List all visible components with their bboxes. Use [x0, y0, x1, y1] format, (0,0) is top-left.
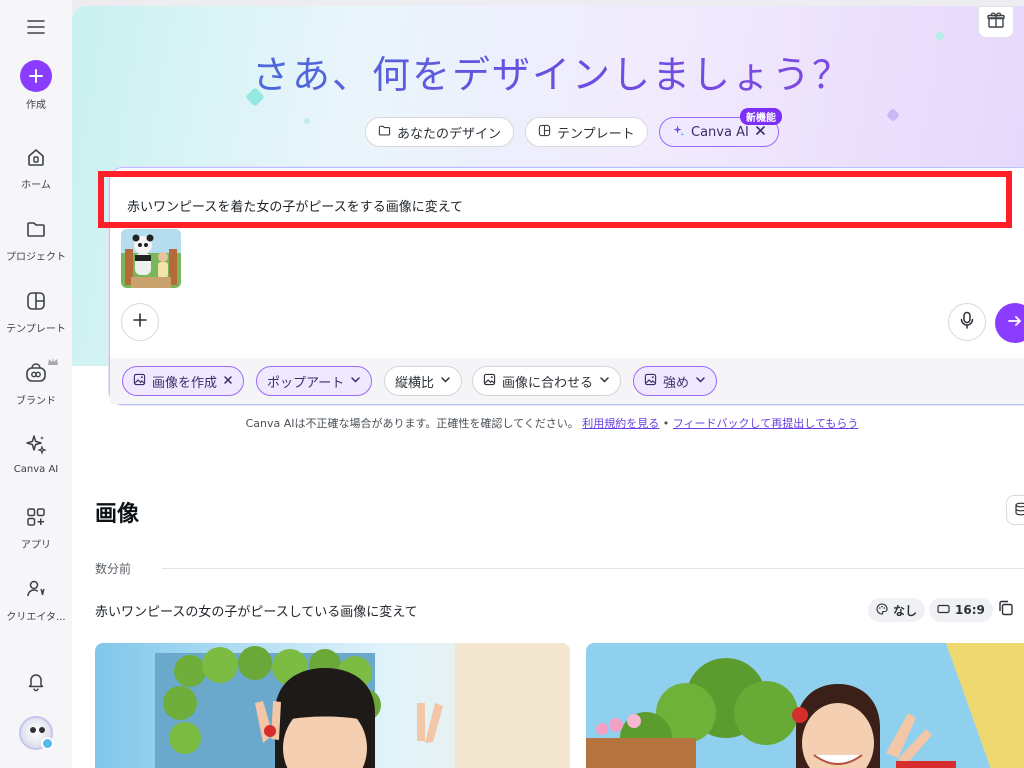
- plus-icon: [132, 312, 148, 332]
- sidebar-item-label: ブランド: [16, 396, 56, 407]
- disclaimer-text: Canva AIは不正確な場合があります。正確性を確認してください。: [245, 417, 579, 430]
- history-button[interactable]: [1006, 495, 1024, 525]
- sidebar-item-label: テンプレート: [6, 324, 66, 335]
- rectangle-icon: [937, 603, 950, 617]
- sparkle-icon: [21, 430, 51, 460]
- sidebar-item-label: アプリ: [21, 540, 51, 551]
- divider: [162, 568, 1024, 569]
- sidebar-item-label: プロジェクト: [6, 252, 66, 263]
- hamburger-icon: [21, 12, 51, 42]
- chip-label: 強め: [663, 375, 690, 391]
- sidebar-item-projects[interactable]: プロジェクト: [0, 214, 72, 263]
- image-icon: [133, 373, 146, 390]
- crown-icon: [47, 352, 59, 371]
- sidebar-item-creators[interactable]: クリエイタ...: [0, 574, 72, 623]
- sidebar-item-home[interactable]: ホーム: [0, 142, 72, 191]
- copy-button[interactable]: [992, 596, 1020, 624]
- plus-icon: [20, 60, 52, 92]
- sidebar: 作成 ホーム プロジェクト テンプレート ブランド Canva AI アプリ ク…: [0, 0, 72, 768]
- chip-label: 縦横比: [395, 375, 435, 391]
- sparkle-decoration: [934, 30, 946, 42]
- gift-icon: [986, 10, 1006, 34]
- tab-templates[interactable]: テンプレート: [525, 117, 648, 147]
- sidebar-item-canva-ai[interactable]: Canva AI: [0, 430, 72, 475]
- design-tabs: あなたのデザイン テンプレート Canva AI 新機能: [72, 108, 1024, 149]
- copy-icon: [997, 599, 1015, 621]
- folder-icon: [378, 124, 391, 141]
- creator-icon: [21, 574, 51, 604]
- database-icon: [1014, 501, 1024, 520]
- template-icon: [538, 124, 551, 141]
- arrow-right-icon: [1007, 313, 1023, 333]
- disclaimer: Canva AIは不正確な場合があります。正確性を確認してください。 利用規約を…: [72, 415, 1024, 431]
- terms-link[interactable]: 利用規約を見る: [582, 417, 659, 430]
- sidebar-item-label: ホーム: [21, 180, 51, 191]
- tab-your-designs[interactable]: あなたのデザイン: [365, 117, 515, 147]
- tab-label: Canva AI: [691, 124, 749, 140]
- chip-label: 画像を作成: [152, 375, 218, 391]
- folder-icon: [21, 214, 51, 244]
- option-strength[interactable]: 強め: [633, 366, 718, 396]
- notifications-button[interactable]: [0, 666, 72, 696]
- chevron-down-icon: [695, 374, 706, 389]
- template-icon: [21, 286, 51, 316]
- apps-icon: [21, 502, 51, 532]
- sidebar-item-brand[interactable]: ブランド: [0, 358, 72, 407]
- menu-button[interactable]: [0, 12, 72, 42]
- sidebar-item-label: 作成: [26, 100, 46, 111]
- tab-label: あなたのデザイン: [397, 126, 502, 142]
- chevron-down-icon: [440, 374, 451, 389]
- time-label: 数分前: [95, 562, 132, 576]
- option-match-image[interactable]: 画像に合わせる: [472, 366, 622, 396]
- home-icon: [21, 142, 51, 172]
- image-icon: [483, 373, 496, 390]
- option-pop-art[interactable]: ポップアート: [256, 366, 373, 396]
- sidebar-item-label: Canva AI: [13, 464, 59, 475]
- separator: •: [662, 417, 670, 430]
- main-panel: さあ、何をデザインしましょう？ あなたのデザイン テンプレート Canva AI…: [72, 6, 1024, 768]
- close-icon[interactable]: [223, 374, 233, 389]
- sidebar-item-templates[interactable]: テンプレート: [0, 286, 72, 335]
- feedback-link[interactable]: フィードバックして再提出してもらう: [673, 417, 859, 430]
- sidebar-item-label: クリエイタ...: [6, 612, 66, 623]
- badge-label: 16:9: [955, 603, 985, 617]
- new-badge: 新機能: [740, 108, 782, 125]
- add-button[interactable]: [121, 303, 159, 341]
- reference-image-thumbnail[interactable]: [121, 229, 181, 288]
- option-aspect-ratio[interactable]: 縦横比: [384, 366, 463, 396]
- bell-icon: [21, 666, 51, 696]
- prompt-input[interactable]: 赤いワンピースを着た女の子がピースをする画像に変えて: [127, 196, 463, 215]
- chip-label: 画像に合わせる: [502, 375, 594, 391]
- close-icon[interactable]: [755, 125, 766, 140]
- account-button[interactable]: [0, 716, 72, 750]
- image-icon: [644, 373, 657, 390]
- avatar: [19, 716, 54, 750]
- page-title: さあ、何をデザインしましょう？: [72, 44, 1024, 99]
- tab-label: テンプレート: [557, 126, 635, 142]
- tab-canva-ai[interactable]: Canva AI 新機能: [659, 108, 782, 147]
- ratio-badge: 16:9: [929, 598, 993, 622]
- badge-label: なし: [893, 603, 918, 618]
- sidebar-item-create[interactable]: 作成: [0, 60, 72, 111]
- chevron-down-icon: [599, 374, 610, 389]
- palette-icon: [876, 602, 888, 618]
- result-image-2[interactable]: [586, 643, 1024, 768]
- microphone-button[interactable]: [948, 303, 986, 341]
- sparkle-icon: [672, 124, 685, 141]
- option-create-image[interactable]: 画像を作成: [122, 366, 245, 396]
- section-title: 画像: [95, 502, 140, 527]
- style-badge: なし: [868, 598, 926, 622]
- result-prompt-text: 赤いワンピースの女の子がピースしている画像に変えて: [95, 605, 418, 620]
- microphone-icon: [959, 311, 975, 333]
- chip-label: ポップアート: [267, 375, 345, 391]
- gift-button[interactable]: [978, 6, 1014, 38]
- chevron-down-icon: [350, 374, 361, 389]
- result-image-1[interactable]: [95, 643, 570, 768]
- sidebar-item-apps[interactable]: アプリ: [0, 502, 72, 551]
